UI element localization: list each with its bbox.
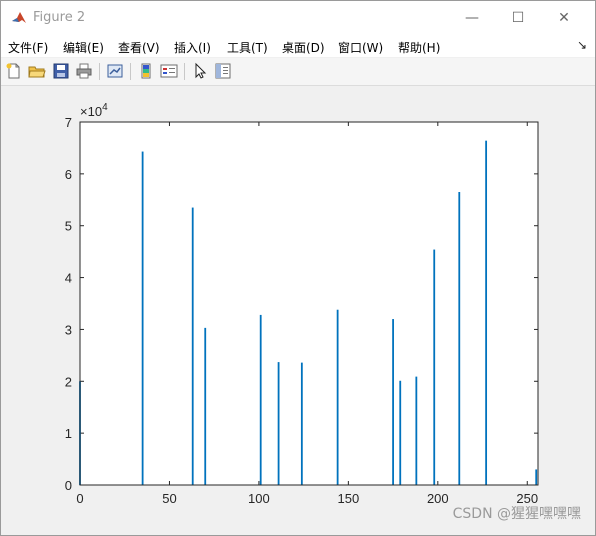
watermark-text: CSDN @猩猩嘿嘿嘿	[452, 506, 581, 522]
y-tick-label: 5	[65, 219, 72, 234]
legend-icon[interactable]	[160, 62, 178, 80]
matlab-logo-icon	[11, 10, 27, 26]
histogram-bar	[191, 207, 194, 486]
toolbar-separator	[130, 63, 131, 80]
histogram-bar	[392, 319, 394, 485]
histogram-bar	[277, 362, 280, 485]
histogram-bar	[399, 380, 402, 485]
toolbar-separator	[99, 63, 100, 80]
y-tick-label: 2	[65, 374, 72, 389]
menu-bar: 文件(F) 编辑(E) 查看(V) 插入(I) 工具(T) 桌面(D) 窗口(W…	[1, 35, 595, 57]
menu-window[interactable]: 窗口(W)	[338, 39, 383, 56]
histogram-bar	[433, 249, 436, 485]
maximize-icon: ☐	[511, 10, 525, 26]
open-file-icon[interactable]	[28, 62, 46, 80]
y-tick-label: 6	[65, 167, 72, 182]
property-inspector-icon[interactable]	[214, 62, 232, 80]
menu-insert[interactable]: 插入(I)	[174, 39, 211, 56]
bar-chart: 0 50 100 150 200 25001234567 ×104	[65, 102, 539, 506]
print-icon[interactable]	[75, 62, 93, 80]
y-tick-label: 3	[65, 322, 72, 337]
figure-window: Figure 2 — ☐ ✕ 文件(F) 编辑(E) 查看(V) 插入(I) 工…	[0, 0, 596, 536]
histogram-bar	[535, 469, 538, 485]
y-tick-label: 7	[65, 115, 72, 130]
toolbar-separator	[184, 63, 185, 80]
histogram-bar	[485, 140, 488, 485]
y-tick-label: 1	[65, 426, 72, 441]
title-bar: Figure 2 — ☐ ✕	[1, 1, 595, 35]
window-title: Figure 2	[33, 10, 86, 25]
menu-file[interactable]: 文件(F)	[8, 39, 48, 56]
close-button[interactable]: ✕	[541, 1, 587, 35]
x-tick-label: 50	[162, 491, 176, 506]
y-tick-label: 4	[65, 271, 72, 286]
histogram-bar	[415, 376, 418, 485]
axes-background	[80, 122, 538, 485]
menu-edit[interactable]: 编辑(E)	[63, 39, 104, 56]
menu-view[interactable]: 查看(V)	[118, 39, 160, 56]
colorbar-icon[interactable]	[137, 62, 155, 80]
minimize-button[interactable]: —	[449, 1, 495, 35]
y-tick-label: 0	[65, 478, 72, 493]
menu-overflow-icon[interactable]: ↘	[577, 38, 587, 52]
menu-desktop[interactable]: 桌面(D)	[282, 39, 325, 56]
new-figure-icon[interactable]	[5, 62, 23, 80]
edit-plot-arrow-icon[interactable]	[191, 62, 209, 80]
figure-canvas[interactable]: 0 50 100 150 200 250 0 1 2 3 4 5 6 7 ×104 CSDN @猩猩嘿嘿嘿	[1, 86, 595, 535]
histogram-bar	[141, 151, 144, 485]
histogram-bar	[204, 327, 207, 485]
minimize-icon: —	[465, 10, 479, 26]
y-axis-exponent-label: ×104	[80, 102, 108, 119]
menu-help[interactable]: 帮助(H)	[398, 39, 440, 56]
x-tick-label: 100	[248, 491, 270, 506]
close-icon: ✕	[558, 10, 570, 26]
x-tick-label: 150	[338, 491, 360, 506]
maximize-button[interactable]: ☐	[495, 1, 541, 35]
histogram-bar	[259, 314, 262, 485]
link-plot-icon[interactable]	[106, 62, 124, 80]
menu-tools[interactable]: 工具(T)	[227, 39, 268, 56]
histogram-bar	[300, 362, 303, 485]
x-tick-label: 200	[427, 491, 449, 506]
x-tick-label: 0	[76, 491, 83, 506]
save-icon[interactable]	[52, 62, 70, 80]
histogram-bar	[458, 192, 461, 485]
histogram-bar	[336, 309, 339, 485]
figure-toolbar	[1, 58, 595, 86]
